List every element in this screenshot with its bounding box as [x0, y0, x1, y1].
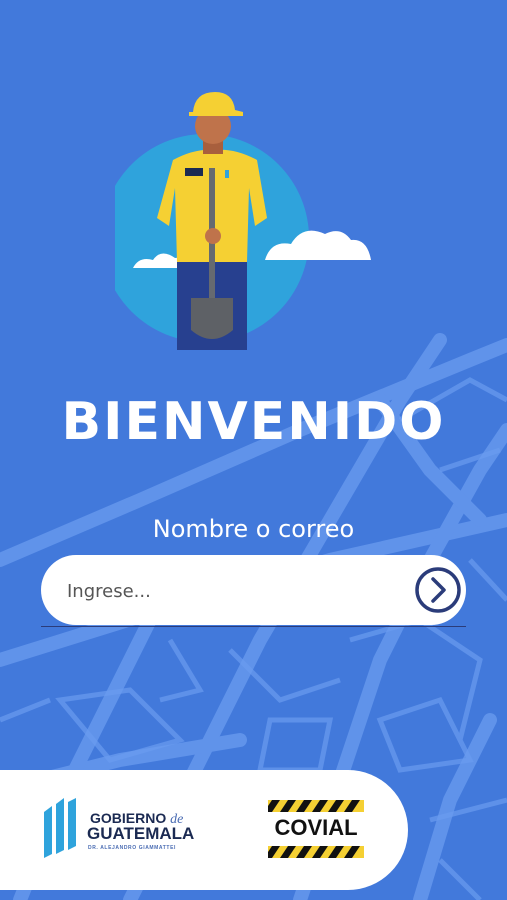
covial-logo: COVIAL: [268, 800, 364, 858]
footer-logos-panel: GOBIERNO de GUATEMALA DR. ALEJANDRO GIAM…: [0, 770, 408, 890]
worker-illustration: [115, 92, 371, 350]
gov-line2: GUATEMALA: [87, 824, 195, 843]
gobierno-guatemala-logo: GOBIERNO de GUATEMALA DR. ALEJANDRO GIAM…: [42, 798, 202, 860]
input-underline: [41, 626, 466, 627]
username-label: Nombre o correo: [152, 515, 355, 543]
chevron-right-circle-icon[interactable]: [414, 566, 462, 614]
username-input[interactable]: [65, 555, 409, 627]
welcome-title: BIENVENIDO: [61, 392, 446, 452]
covial-text: COVIAL: [274, 815, 358, 840]
guatemala-flag-icon: [44, 798, 76, 858]
gov-line3: DR. ALEJANDRO GIAMMATTEI: [88, 845, 177, 851]
username-input-container: [41, 555, 466, 627]
